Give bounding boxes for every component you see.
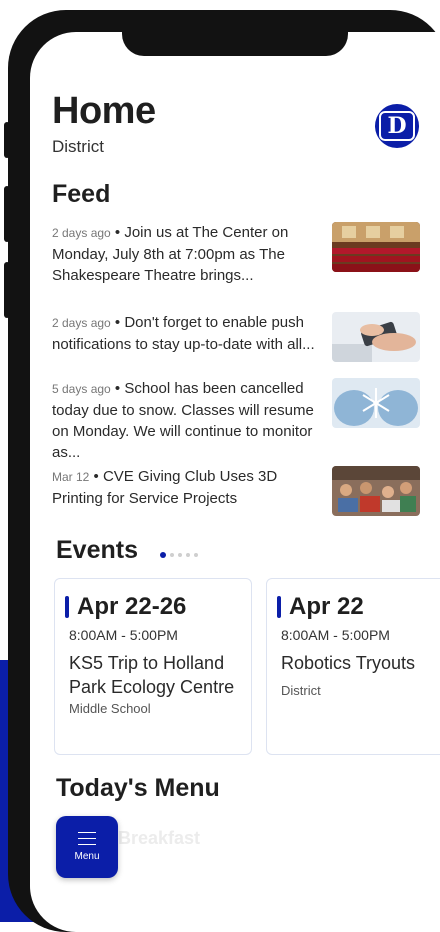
- page-subtitle: District: [52, 137, 104, 156]
- app-screen: Home District D Feed 2 days ago • Join u…: [30, 32, 440, 932]
- classroom-image: [332, 466, 420, 516]
- page-title: Home: [52, 90, 156, 132]
- events-title: Events: [56, 536, 138, 564]
- feed-item-text: 5 days ago • School has been cancelled t…: [52, 380, 314, 461]
- event-name: Robotics Tryouts: [281, 653, 416, 673]
- feed-item-date: 5 days ago: [52, 382, 111, 396]
- feed-item[interactable]: 2 days ago • Join us at The Center on Mo…: [52, 222, 428, 288]
- snowflake-mittens-image: [332, 378, 420, 428]
- event-card[interactable]: Apr 22 8:00AM - 5:00PM Robotics Tryouts …: [266, 578, 440, 755]
- feed-item[interactable]: 2 days ago • Don't forget to enable push…: [52, 312, 428, 362]
- events-carousel-indicator[interactable]: [160, 552, 198, 558]
- theater-seats-image: [332, 222, 420, 272]
- phone-hands-image: [332, 312, 420, 362]
- feed-item-date: Mar 12: [52, 470, 90, 484]
- phone-notch: [122, 32, 348, 56]
- event-date: Apr 22-26: [65, 593, 186, 621]
- event-date: Apr 22: [277, 593, 364, 621]
- district-logo[interactable]: D: [375, 104, 419, 148]
- event-card[interactable]: Apr 22-26 8:00AM - 5:00PM KS5 Trip to Ho…: [54, 578, 252, 755]
- event-location: District: [281, 683, 321, 698]
- todays-menu-title: Today's Menu: [56, 774, 220, 802]
- hamburger-icon: [78, 832, 96, 845]
- district-logo-letter: D: [379, 111, 415, 141]
- menu-button[interactable]: Menu: [56, 816, 118, 878]
- event-time: 8:00AM - 5:00PM: [69, 627, 178, 643]
- feed-item[interactable]: Mar 12 • CVE Giving Club Uses 3D Printin…: [52, 466, 428, 516]
- feed-item-text: 2 days ago • Don't forget to enable push…: [52, 314, 315, 353]
- feed-item-text: Mar 12 • CVE Giving Club Uses 3D Printin…: [52, 468, 278, 507]
- carousel-dot[interactable]: [178, 553, 182, 557]
- event-location: Middle School: [69, 701, 151, 716]
- phone-frame: Home District D Feed 2 days ago • Join u…: [8, 10, 440, 932]
- feed-item[interactable]: 5 days ago • School has been cancelled t…: [52, 378, 428, 461]
- carousel-dot[interactable]: [170, 553, 174, 557]
- carousel-dot-active[interactable]: [160, 552, 166, 558]
- feed-item-date: 2 days ago: [52, 316, 111, 330]
- menu-item-breakfast: Breakfast: [118, 828, 201, 848]
- event-name: KS5 Trip to Holland Park Ecology Centre: [69, 653, 235, 697]
- feed-item-text: 2 days ago • Join us at The Center on Mo…: [52, 224, 289, 284]
- feed-title: Feed: [52, 180, 111, 208]
- feed-item-date: 2 days ago: [52, 226, 111, 240]
- carousel-dot[interactable]: [186, 553, 190, 557]
- event-time: 8:00AM - 5:00PM: [281, 627, 390, 643]
- menu-button-label: Menu: [74, 851, 100, 862]
- carousel-dot[interactable]: [194, 553, 198, 557]
